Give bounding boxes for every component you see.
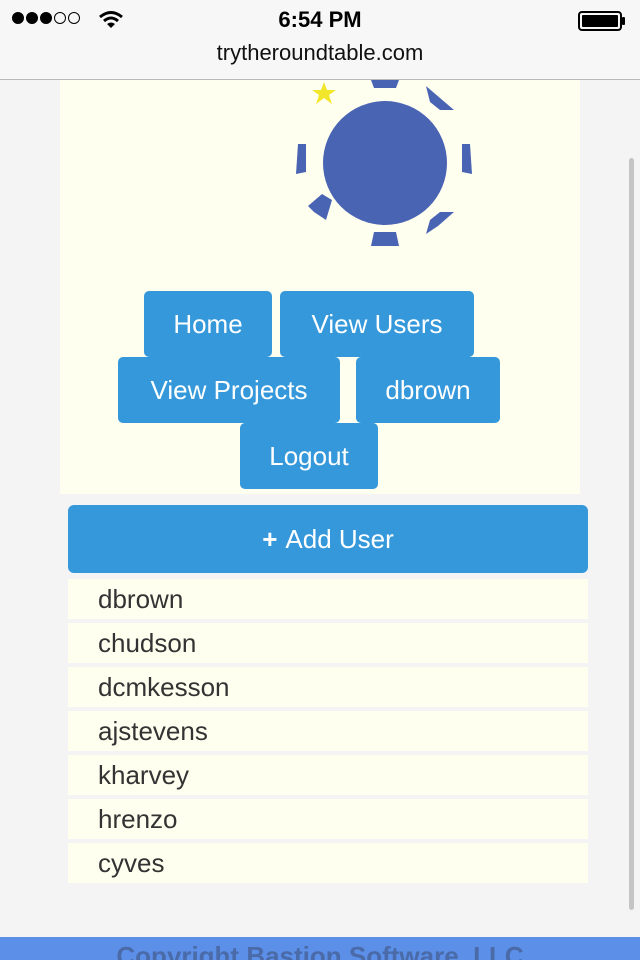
user-list-item[interactable]: dcmkesson xyxy=(68,667,588,707)
user-list-item[interactable]: ajstevens xyxy=(68,711,588,751)
page-scrollbar[interactable] xyxy=(629,158,634,910)
nav-logout-button[interactable]: Logout xyxy=(240,423,378,489)
nav-view-users-button[interactable]: View Users xyxy=(280,291,474,357)
add-user-button[interactable]: + Add User xyxy=(68,505,588,573)
nav-home-button[interactable]: Home xyxy=(144,291,272,357)
user-list: dbrown chudson dcmkesson ajstevens kharv… xyxy=(68,579,588,887)
user-list-item[interactable]: hrenzo xyxy=(68,799,588,839)
user-list-item[interactable]: chudson xyxy=(68,623,588,663)
address-bar[interactable]: trytheroundtable.com xyxy=(0,36,640,80)
status-time: 6:54 PM xyxy=(278,7,362,32)
copyright-text: Copyright Bastion Software, LLC xyxy=(116,941,524,960)
footer: Copyright Bastion Software, LLC xyxy=(0,937,640,960)
user-list-item[interactable]: dbrown xyxy=(68,579,588,619)
nav-current-user-button[interactable]: dbrown xyxy=(356,357,500,423)
plus-icon: + xyxy=(262,524,278,554)
user-list-item[interactable]: kharvey xyxy=(68,755,588,795)
sun-logo-icon xyxy=(296,80,472,246)
user-list-item[interactable]: cyves xyxy=(68,843,588,883)
battery-icon xyxy=(578,11,625,31)
add-user-label: Add User xyxy=(285,524,394,554)
header-panel: Home View Users View Projects dbrown Log… xyxy=(60,80,580,494)
nav-view-projects-button[interactable]: View Projects xyxy=(118,357,340,423)
status-bar: 6:54 PM xyxy=(0,0,640,40)
